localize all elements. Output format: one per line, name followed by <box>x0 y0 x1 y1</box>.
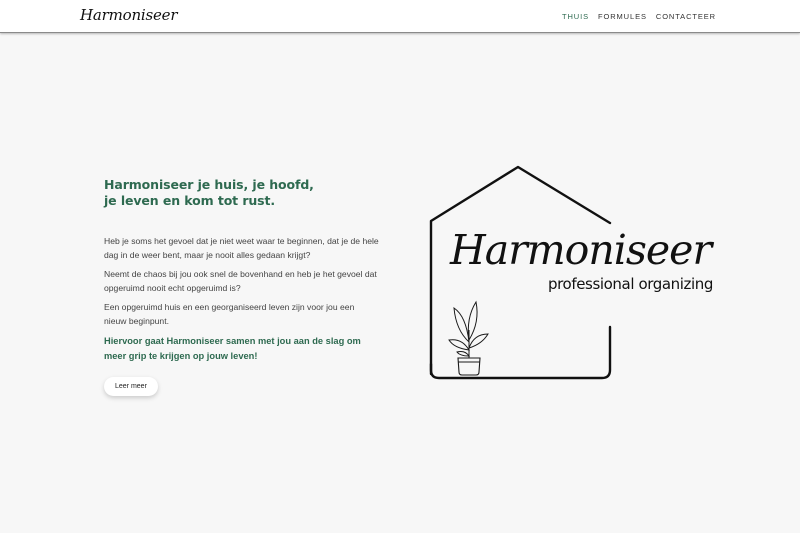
hero-logo: Harmoniseer professional organizing <box>426 164 713 384</box>
logo-wordmark: Harmoniseer <box>450 226 712 274</box>
plant-pot-icon <box>448 300 489 376</box>
main-nav: THUIS FORMULES CONTACTEER <box>562 12 716 21</box>
brand-logo[interactable]: Harmoniseer <box>80 6 178 24</box>
hero-text: Harmoniseer je huis, je hoofd, je leven … <box>104 177 379 396</box>
highlight-text: Hiervoor gaat Harmoniseer samen met jou … <box>104 336 361 361</box>
learn-more-button[interactable]: Leer meer <box>104 377 158 396</box>
nav-item-contacteer[interactable]: CONTACTEER <box>656 12 716 21</box>
headline-line-2: je leven en kom tot rust. <box>104 193 276 208</box>
navbar: Harmoniseer THUIS FORMULES CONTACTEER <box>0 0 800 33</box>
intro-paragraph-3: Een opgeruimd huis en een georganiseerd … <box>104 302 355 326</box>
nav-item-thuis[interactable]: THUIS <box>562 12 589 21</box>
intro-paragraph-2: Neemt de chaos bij jou ook snel de boven… <box>104 269 377 293</box>
logo-tagline: professional organizing <box>548 275 713 293</box>
headline-line-1: Harmoniseer je huis, je hoofd, <box>104 177 314 192</box>
hero-headline: Harmoniseer je huis, je hoofd, je leven … <box>104 177 379 209</box>
intro-paragraph-1: Heb je soms het gevoel dat je niet weet … <box>104 236 379 260</box>
nav-item-formules[interactable]: FORMULES <box>598 12 647 21</box>
